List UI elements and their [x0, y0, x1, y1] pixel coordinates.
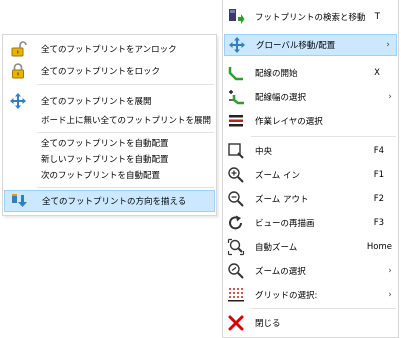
menu-item-zoom-in[interactable]: ズーム イン F1: [223, 164, 398, 186]
menu-item-auto-zoom[interactable]: 自動ズーム Home: [223, 236, 398, 258]
zoom-select-icon: [227, 262, 245, 280]
menu-item-close[interactable]: 閉じる: [223, 312, 398, 334]
menu-item-find-move-footprint[interactable]: フットプリントの検索と移動 T: [223, 6, 398, 28]
close-icon: [227, 314, 245, 332]
menu-item-label: ズームの選択: [255, 267, 306, 277]
menu-item-label: フットプリントの検索と移動: [255, 13, 366, 23]
menu-item-label: 配線の開始: [255, 69, 298, 79]
redraw-icon: [227, 214, 245, 232]
menu-item-redraw-view[interactable]: ビューの再描画 F3: [223, 212, 398, 234]
find-move-icon: [227, 8, 245, 26]
grid-icon: [227, 286, 245, 304]
menu-item-label: 自動ズーム: [255, 243, 298, 253]
menu-item-label: グローバル移動/配置: [256, 41, 336, 51]
global-move-submenu: 全てのフットプリントをアンロック 全てのフットプリントをロック 全てのフットプリ…: [2, 34, 217, 216]
zoom-in-icon: [227, 166, 245, 184]
menu-item-label: 新しいフットプリントを自動配置: [41, 155, 169, 165]
menu-item-orient-all-footprints[interactable]: 全てのフットプリントの方向を揃える: [4, 190, 215, 212]
menu-item-label: 全てのフットプリントを展開: [41, 97, 152, 107]
menu-separator: [37, 84, 214, 85]
menu-item-shortcut: F4: [373, 146, 384, 156]
menu-item-zoom-out[interactable]: ズーム アウト F2: [223, 188, 398, 210]
unlock-icon: [9, 40, 27, 58]
menu-item-label: 閉じる: [255, 319, 281, 329]
menu-item-shortcut: F3: [373, 218, 384, 228]
chevron-right-icon: ›: [388, 92, 392, 102]
menu-item-lock-all-footprints[interactable]: 全てのフットプリントをロック: [3, 60, 216, 82]
menu-item-shortcut: F1: [373, 170, 384, 180]
orient-footprints-icon: [10, 192, 28, 210]
zoom-auto-icon: [227, 238, 245, 256]
menu-item-label: ズーム アウト: [255, 195, 309, 205]
menu-item-spread-footprints-not-on-board[interactable]: ボード上に無い全てのフットプリントを展開: [3, 109, 216, 131]
menu-item-autoplace-new-footprints[interactable]: 新しいフットプリントを自動配置: [3, 151, 216, 167]
menu-separator: [251, 308, 396, 309]
menu-item-autoplace-next-footprint[interactable]: 次のフットプリントを自動配置: [3, 167, 216, 183]
move-cross-icon: [228, 36, 246, 54]
menu-item-autoplace-all-footprints[interactable]: 全てのフットプリントを自動配置: [3, 135, 216, 151]
menu-item-shortcut: Home: [366, 242, 392, 252]
menu-item-label: グリッドの選択:: [255, 291, 318, 301]
menu-item-label: 全てのフットプリントを自動配置: [41, 139, 169, 149]
track-width-icon: [227, 88, 245, 106]
menu-item-select-grid[interactable]: グリッドの選択: ›: [223, 284, 398, 306]
lock-icon: [9, 62, 27, 80]
menu-item-select-zoom[interactable]: ズームの選択 ›: [223, 260, 398, 282]
menu-item-label: 全てのフットプリントをアンロック: [41, 45, 177, 55]
chevron-right-icon: ›: [386, 40, 390, 50]
menu-item-center[interactable]: 中央 F4: [223, 140, 398, 162]
menu-separator: [251, 136, 396, 137]
chevron-right-icon: ›: [388, 266, 392, 276]
menu-item-shortcut: T: [374, 12, 380, 22]
menu-item-global-move-place[interactable]: グローバル移動/配置 ›: [224, 34, 397, 56]
menu-item-label: 中央: [255, 147, 273, 157]
chevron-right-icon: ›: [388, 290, 392, 300]
menu-item-shortcut: F2: [373, 194, 384, 204]
zoom-out-icon: [227, 190, 245, 208]
menu-item-label: ボード上に無い全てのフットプリントを展開: [41, 116, 212, 126]
route-track-icon: [227, 64, 245, 82]
menu-item-label: 次のフットプリントを自動配置: [41, 171, 161, 181]
menu-item-label: 全てのフットプリントの方向を揃える: [42, 197, 187, 207]
context-menu: フットプリントの検索と移動 T グローバル移動/配置 › 配線の開始 X 配線幅…: [222, 0, 399, 338]
menu-item-select-track-width[interactable]: 配線幅の選択 ›: [223, 86, 398, 108]
move-cross-icon: [9, 92, 27, 110]
menu-separator: [37, 187, 214, 188]
menu-separator: [37, 132, 214, 133]
menu-item-label: ズーム イン: [255, 171, 300, 181]
menu-item-label: ビューの再描画: [255, 219, 315, 229]
menu-item-label: 配線幅の選択: [255, 93, 307, 103]
menu-item-route-track[interactable]: 配線の開始 X: [223, 62, 398, 84]
menu-item-select-work-layer[interactable]: 作業レイヤの選択: [223, 110, 398, 132]
layers-icon: [227, 112, 245, 130]
menu-item-label: 作業レイヤの選択: [255, 117, 323, 127]
menu-item-label: 全てのフットプリントをロック: [41, 67, 161, 77]
menu-item-shortcut: X: [374, 68, 380, 78]
zoom-center-icon: [227, 142, 245, 160]
menu-item-unlock-all-footprints[interactable]: 全てのフットプリントをアンロック: [3, 38, 216, 60]
